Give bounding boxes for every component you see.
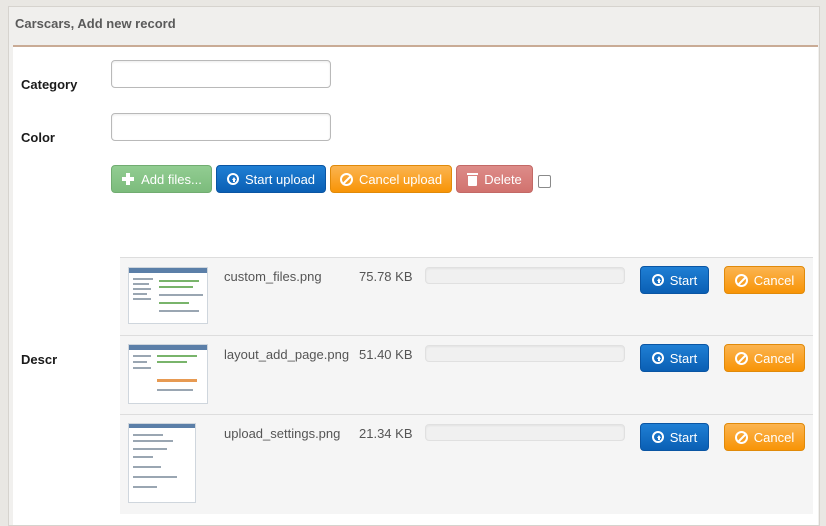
start-button[interactable]: Start [640, 266, 709, 294]
ban-icon [734, 430, 748, 444]
cancel-upload-button[interactable]: Cancel upload [330, 165, 452, 193]
file-name: layout_add_page.png [224, 347, 350, 362]
form-panel: Category Color Add files... Start upload… [13, 45, 818, 525]
circle-arrow-up-icon [651, 352, 664, 364]
ban-icon [339, 172, 353, 186]
delete-label: Delete [484, 171, 522, 187]
file-name: upload_settings.png [224, 426, 341, 441]
circle-arrow-up-icon [651, 431, 664, 443]
cancel-label: Cancel [753, 429, 795, 445]
upload-progress-bar [425, 424, 625, 441]
start-upload-button[interactable]: Start upload [216, 165, 326, 193]
window-frame: Carscars, Add new record Category Color … [8, 6, 820, 526]
category-field[interactable] [111, 60, 331, 88]
file-thumbnail [128, 267, 208, 324]
delete-button[interactable]: Delete [456, 165, 533, 193]
cancel-label: Cancel [753, 272, 795, 288]
file-size: 75.78 KB [359, 269, 413, 284]
file-thumbnail [128, 344, 208, 404]
file-name: custom_files.png [224, 269, 322, 284]
circle-arrow-up-icon [651, 274, 664, 286]
color-field[interactable] [111, 113, 331, 141]
start-label: Start [669, 429, 698, 445]
file-row: layout_add_page.png 51.40 KB Start Cance… [120, 335, 813, 414]
file-row: upload_settings.png 21.34 KB Start Cance… [120, 414, 813, 514]
file-size: 21.34 KB [359, 426, 413, 441]
start-upload-label: Start upload [244, 171, 316, 187]
page-title: Carscars, Add new record [15, 16, 176, 31]
start-label: Start [669, 272, 698, 288]
upload-progress-bar [425, 267, 625, 284]
file-row: custom_files.png 75.78 KB Start Cancel [120, 257, 813, 335]
plus-icon [121, 172, 135, 186]
category-label: Category [21, 77, 78, 92]
descr-label: Descr [21, 352, 58, 367]
panel-header: Carscars, Add new record [9, 7, 819, 45]
file-thumbnail [128, 423, 196, 503]
circle-arrow-up-icon [226, 173, 239, 185]
upload-progress-bar [425, 345, 625, 362]
start-label: Start [669, 350, 698, 366]
add-files-label: Add files... [141, 171, 202, 187]
cancel-button[interactable]: Cancel [724, 423, 805, 451]
start-button[interactable]: Start [640, 344, 709, 372]
trash-icon [467, 172, 479, 186]
ban-icon [734, 273, 748, 287]
select-all-checkbox[interactable] [538, 175, 551, 188]
cancel-button[interactable]: Cancel [724, 344, 805, 372]
cancel-label: Cancel [753, 350, 795, 366]
cancel-upload-label: Cancel upload [358, 171, 443, 187]
file-size: 51.40 KB [359, 347, 413, 362]
color-label: Color [21, 130, 55, 145]
add-files-button[interactable]: Add files... [111, 165, 212, 193]
ban-icon [734, 351, 748, 365]
cancel-button[interactable]: Cancel [724, 266, 805, 294]
start-button[interactable]: Start [640, 423, 709, 451]
